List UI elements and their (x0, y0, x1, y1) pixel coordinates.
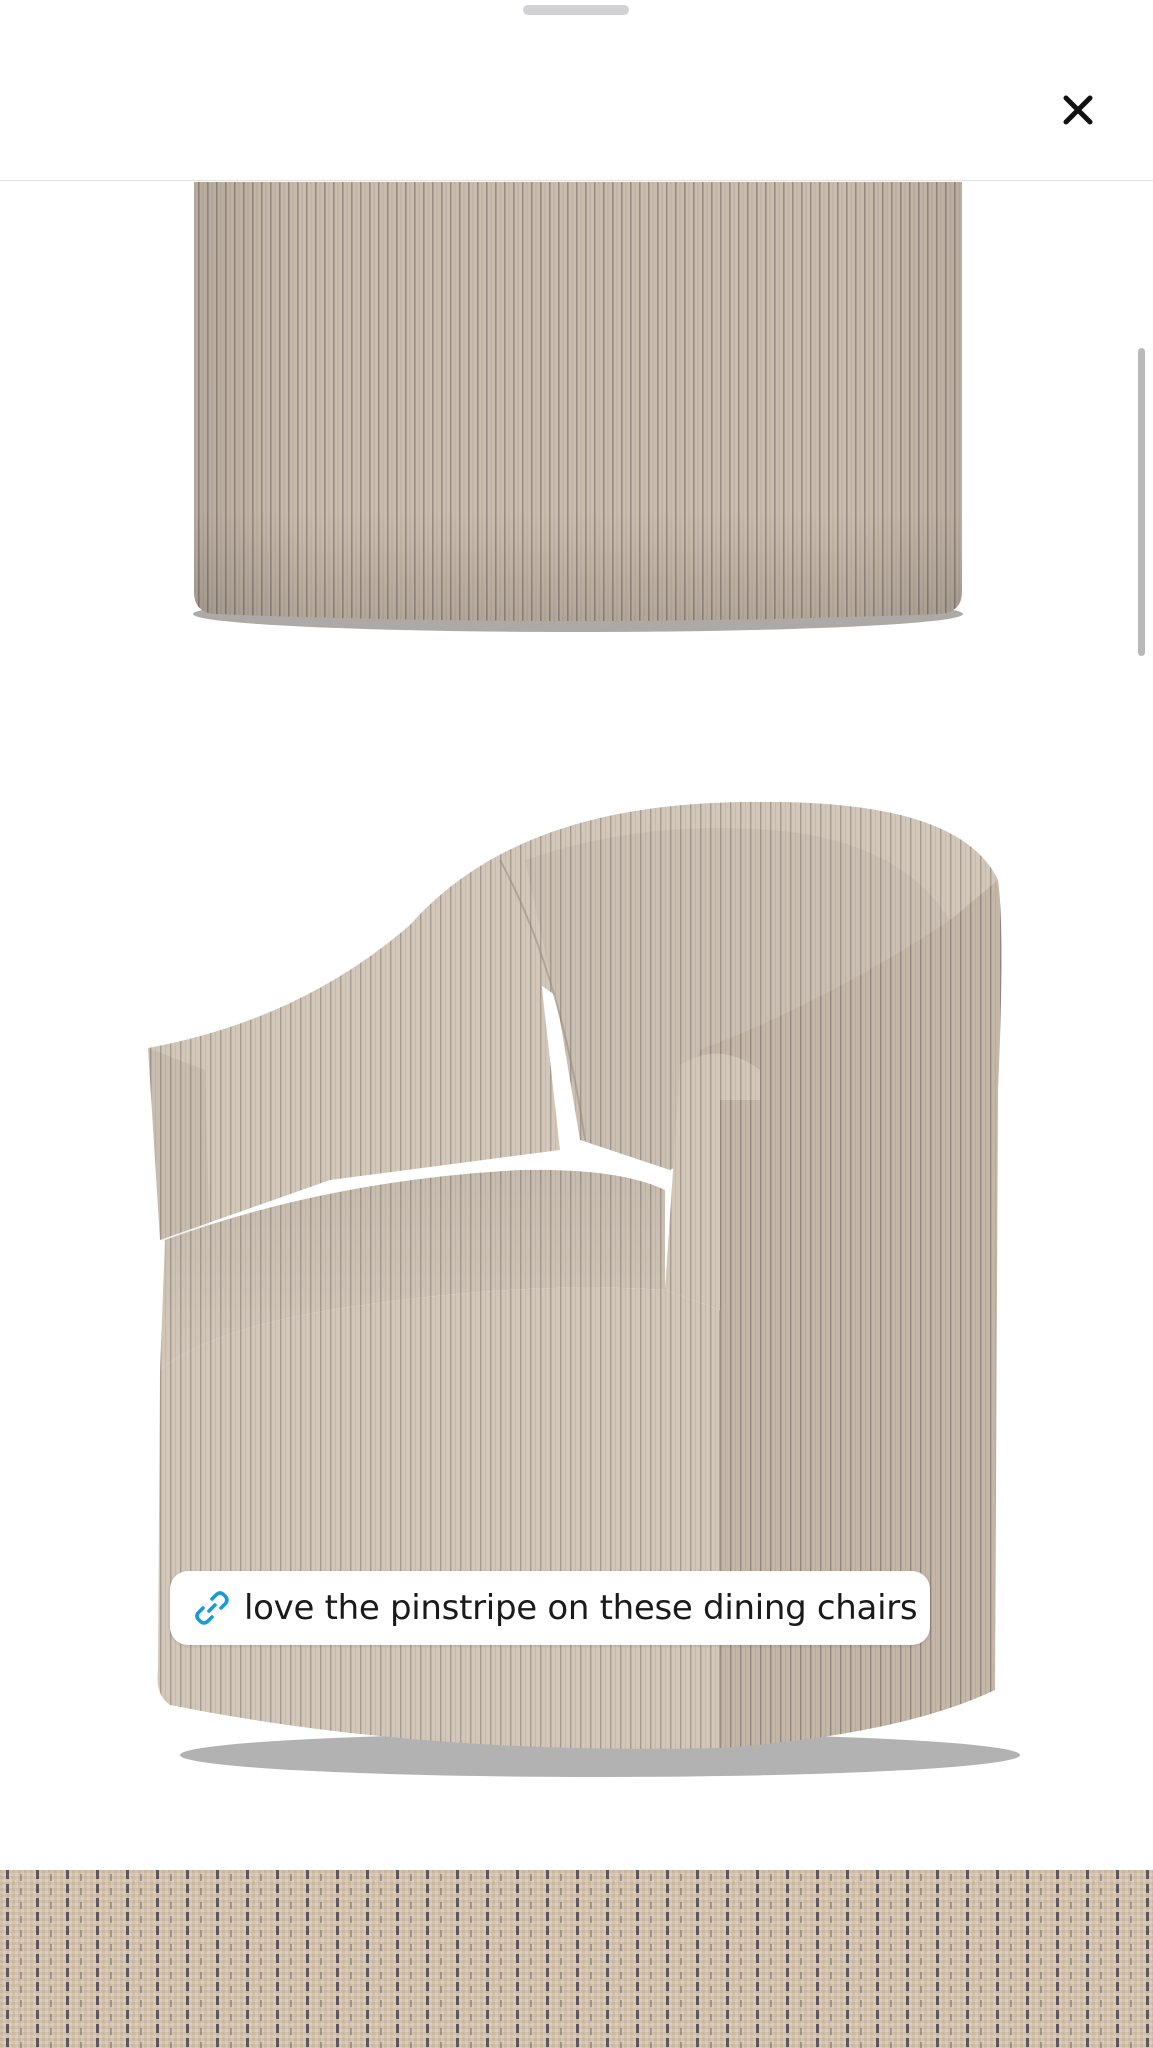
close-icon (1063, 95, 1093, 125)
fabric-swatch-image (0, 1870, 1153, 2048)
sheet-header (0, 0, 1153, 181)
scroll-indicator[interactable] (1138, 348, 1145, 656)
caption-tag[interactable]: love the pinstripe on these dining chair… (170, 1571, 930, 1645)
link-icon (195, 1591, 229, 1625)
product-image-sheet: love the pinstripe on these dining chair… (0, 0, 1153, 2048)
caption-text: love the pinstripe on these dining chair… (244, 1588, 918, 1628)
chair-image (148, 801, 1020, 1777)
drag-handle[interactable] (523, 5, 629, 15)
chair-bottom-image (193, 182, 963, 632)
close-button[interactable] (1054, 86, 1102, 134)
